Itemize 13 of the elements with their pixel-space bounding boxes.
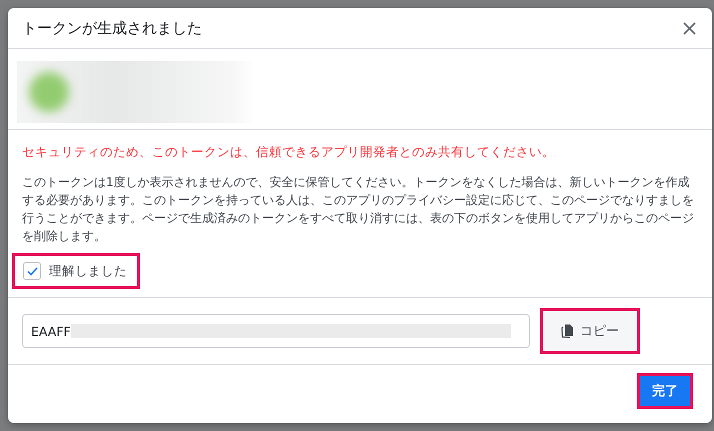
acknowledge-label: 理解しました (49, 262, 127, 280)
copy-icon (561, 324, 574, 338)
description-text: このトークンは1度しか表示されませんので、安全に保管してください。トークンをなくした場合は、新しいトークンを作成する必要があります。このトークンを持っている人は、このアプリのプライバシー設定に応じて、このページでなりすましを行うことができます。ページで生成済みのトークンをすべて取り消すには、表の下のボタンを使用してアプリからこのページを削除します。 (22, 174, 695, 245)
check-icon (26, 266, 38, 276)
done-button[interactable]: 完了 (637, 373, 693, 409)
warning-text: セキュリティのため、このトークンは、信頼できるアプリ開発者とのみ共有してください。 (22, 144, 556, 161)
token-field[interactable]: EAAFF (22, 314, 530, 348)
acknowledge-checkbox[interactable]: 理解しました (12, 253, 140, 289)
close-icon (683, 22, 696, 34)
copy-button[interactable]: コピー (540, 308, 640, 354)
close-button[interactable] (681, 20, 698, 36)
dialog-title: トークンが生成されました (22, 18, 202, 38)
checkbox[interactable] (23, 262, 41, 280)
